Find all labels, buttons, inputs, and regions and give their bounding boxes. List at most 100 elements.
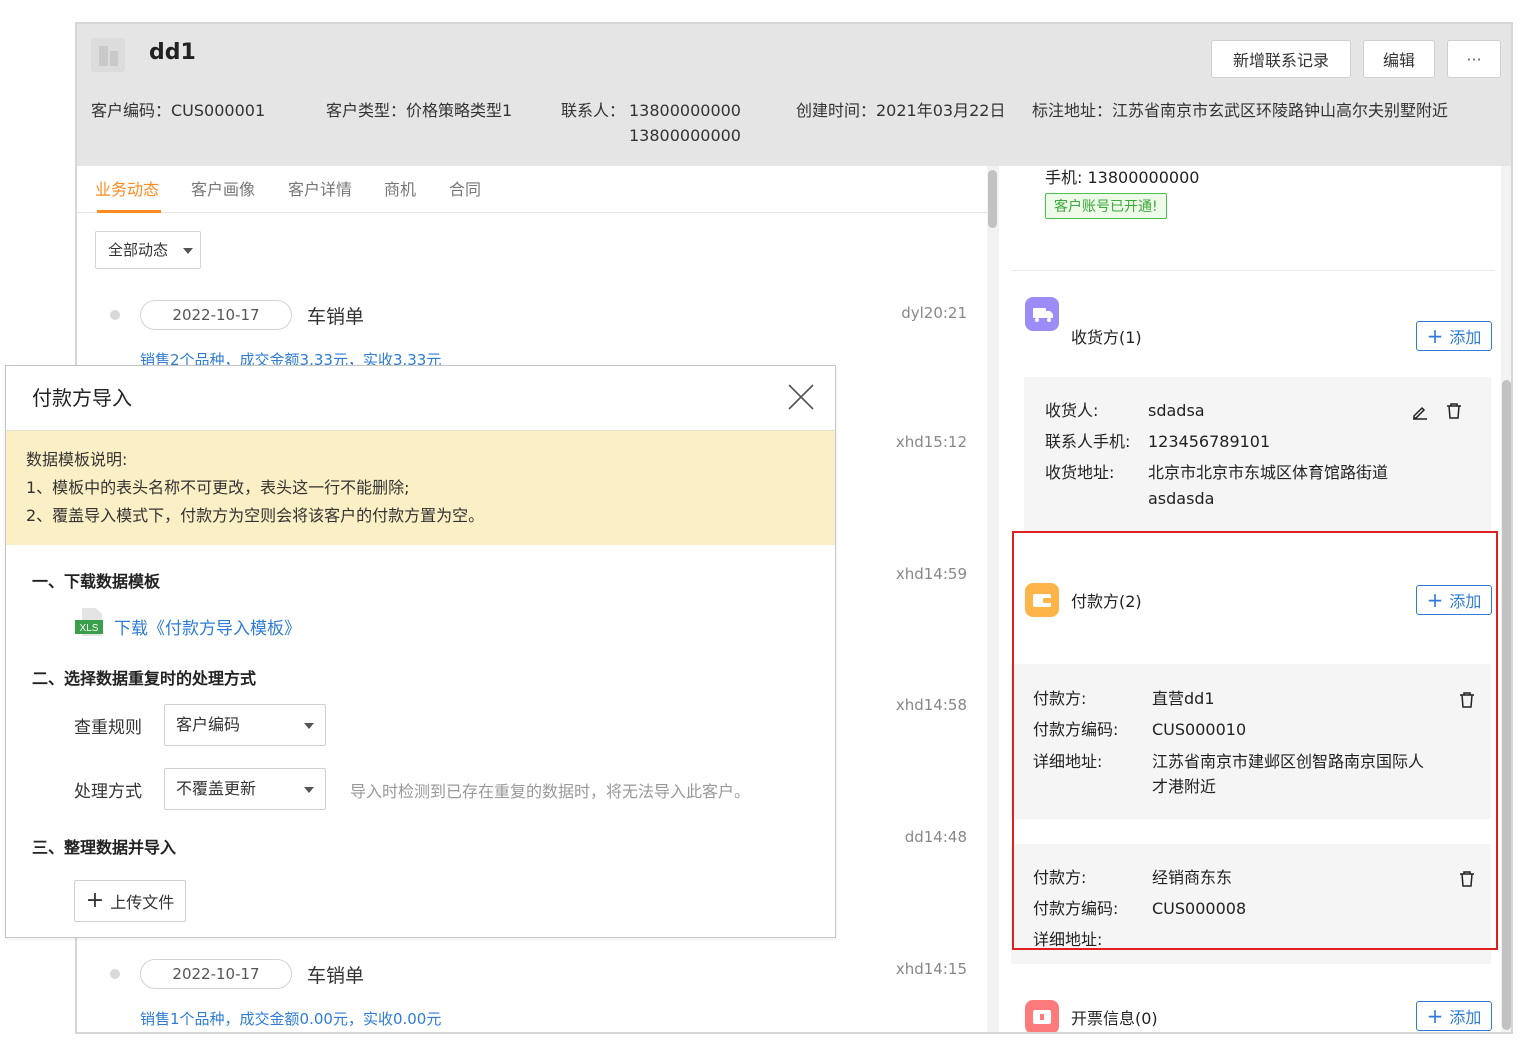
add-receiver-button[interactable]: + 添加 [1416,321,1492,351]
contact-phone-2: 13800000000 [629,126,741,145]
payer-code: CUS000010 [1152,720,1247,739]
process-mode-hint: 导入时检测到已存在重复的数据时，将无法导入此客户。 [350,782,751,801]
step-2-title: 二、选择数据重复时的处理方式 [32,669,257,688]
dedup-rule-label: 查重规则 [74,718,142,738]
truck-icon [1025,297,1059,331]
activity-type[interactable]: 车销单 [307,961,364,988]
activity-filter-value: 全部动态 [108,241,169,259]
plus-icon: + [85,888,105,913]
activity-author-time: dd14:48 [904,828,967,846]
activity-filter-select[interactable]: 全部动态 [95,231,201,269]
divider [1011,270,1495,271]
timeline-dot [110,310,120,320]
svg-text:XLS: XLS [80,623,99,634]
close-icon[interactable] [784,380,818,414]
notice-line-2: 2、覆盖导入模式下，付款方为空则会将该客户的付款方置为空。 [26,506,485,525]
process-mode-select[interactable]: 不覆盖更新 [164,768,326,810]
add-label: 添加 [1449,1008,1482,1027]
tab-business-activity[interactable]: 业务动态 [95,176,159,200]
activity-author-time: dyl20:21 [901,304,967,322]
add-payer-button[interactable]: + 添加 [1416,585,1492,615]
customer-name: dd1 [149,40,196,65]
payer-code-label: 付款方编码: [1033,720,1119,739]
process-mode-value: 不覆盖更新 [176,779,257,798]
activity-summary[interactable]: 销售1个品种，成交金额0.00元，实收0.00元 [140,1008,441,1029]
edit-button[interactable]: 编辑 [1363,40,1435,78]
contact-label: 联系人： [561,101,626,120]
payer-name: 直营dd1 [1152,689,1215,708]
building-icon [91,38,125,72]
invoice-section-title: 开票信息(0) [1071,1009,1158,1028]
created-time: 创建时间：2021年03月22日 [796,101,1006,120]
tab-bar: 业务动态 客户画像 客户详情 商机 合同 [95,176,975,206]
receiver-section-title: 收货方(1) [1071,328,1142,347]
timeline-dot [110,969,120,979]
customer-type: 客户类型：价格策略类型1 [326,101,513,120]
upload-file-button[interactable]: + 上传文件 [74,880,186,922]
tab-opportunities[interactable]: 商机 [384,176,416,200]
active-tab-underline [97,210,161,213]
dedup-rule-value: 客户编码 [176,715,241,734]
process-mode-label: 处理方式 [74,782,142,802]
payer-address-label: 详细地址: [1033,930,1103,949]
activity-author-time: xhd15:12 [895,433,967,451]
activity-author-time: xhd14:58 [895,696,967,714]
activity-author-time: xhd14:59 [895,565,967,583]
tab-divider [77,212,987,213]
edit-icon[interactable] [1411,403,1429,421]
payer-code-label: 付款方编码: [1033,899,1119,918]
payer-import-dialog: 付款方导入 数据模板说明: 1、模板中的表头名称不可更改，表头这一行不能删除; … [5,365,836,938]
activity-date: 2022-10-17 [140,959,292,989]
receiver-phone: 123456789101 [1148,432,1271,451]
contact-phone-1: 13800000000 [629,101,741,120]
contact-card: 手机: 13800000000 客户账号已开通! [1011,166,1495,250]
step-1-title: 一、下载数据模板 [32,572,161,591]
receiver-address-line2: asdasda [1148,489,1215,508]
activity-author-time: xhd14:15 [895,960,967,978]
delete-icon[interactable] [1459,691,1475,709]
wallet-icon [1025,583,1059,617]
add-invoice-button[interactable]: + 添加 [1416,1001,1492,1031]
tab-customer-profile[interactable]: 客户画像 [191,176,255,200]
plus-icon: + [1426,324,1444,348]
add-label: 添加 [1449,592,1482,611]
activity-date: 2022-10-17 [140,300,292,330]
chevron-down-icon [304,787,314,793]
payer-section-title: 付款方(2) [1071,592,1142,611]
tab-contracts[interactable]: 合同 [449,176,481,200]
marked-address: 标注地址：江苏省南京市玄武区环陵路钟山高尔夫别墅附近 [1032,101,1449,120]
receiver-phone-label: 联系人手机: [1045,432,1131,451]
customer-code: 客户编码：CUS000001 [91,101,266,120]
plus-icon: + [1426,1004,1444,1028]
chevron-down-icon [304,723,314,729]
payer-address-line2: 才港附近 [1152,777,1217,796]
right-info-panel: 手机: 13800000000 客户账号已开通! 收货方(1) + 添加 收货人… [1011,166,1499,1032]
payer-name: 经销商东东 [1152,868,1233,887]
new-contact-record-button[interactable]: 新增联系记录 [1211,40,1351,78]
payer-label: 付款方: [1033,868,1087,887]
add-label: 添加 [1449,328,1482,347]
receiver-address-label: 收货地址: [1045,463,1115,482]
invoice-icon [1025,1000,1059,1032]
dedup-rule-select[interactable]: 客户编码 [164,704,326,746]
more-button[interactable]: ··· [1447,40,1501,78]
download-template-link[interactable]: 下载《付款方导入模板》 [114,614,301,639]
dialog-title: 付款方导入 [32,386,132,410]
xls-file-icon: XLS [74,606,106,638]
delete-icon[interactable] [1446,402,1462,420]
right-panel-scrollbar[interactable] [1501,166,1511,1032]
notice-heading: 数据模板说明: [26,450,128,469]
activity-type[interactable]: 车销单 [307,302,364,329]
payer-card: 付款方: 直营dd1 付款方编码: CUS000010 详细地址: 江苏省南京市… [1011,664,1491,819]
notice-line-1: 1、模板中的表头名称不可更改，表头这一行不能删除; [26,478,410,497]
tab-customer-details[interactable]: 客户详情 [288,176,352,200]
payer-label: 付款方: [1033,689,1087,708]
receiver-name-label: 收货人: [1045,401,1099,420]
activity-scrollbar[interactable] [987,166,999,1032]
payer-code: CUS000008 [1152,899,1247,918]
receiver-card: 收货人: sdadsa 联系人手机: 123456789101 收货地址: 北京… [1024,377,1491,531]
step-3-title: 三、整理数据并导入 [32,838,177,857]
account-status-badge: 客户账号已开通! [1045,193,1167,219]
delete-icon[interactable] [1459,870,1475,888]
template-notice: 数据模板说明: 1、模板中的表头名称不可更改，表头这一行不能删除; 2、覆盖导入… [6,430,835,545]
